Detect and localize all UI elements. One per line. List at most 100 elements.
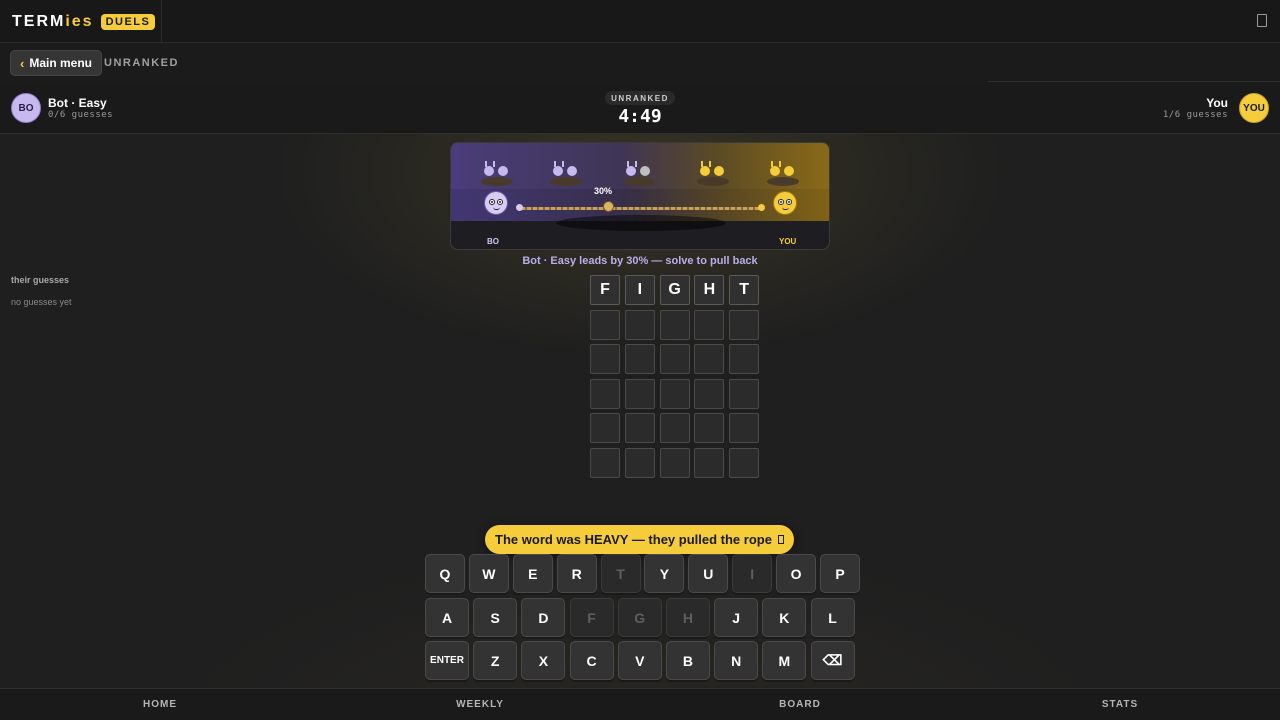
grid-cell: [590, 344, 620, 375]
key-a[interactable]: A: [425, 598, 469, 637]
scene-you-label: YOU: [779, 237, 797, 246]
divider: [988, 81, 1280, 82]
key-e[interactable]: E: [512, 554, 553, 593]
grid-cell: [659, 309, 690, 340]
chevron-left-icon: ‹: [20, 55, 25, 71]
key-d[interactable]: D: [521, 598, 566, 637]
bot-name: Bot · Easy: [48, 96, 107, 110]
rope-icon: [777, 535, 784, 544]
main-menu-label: Main menu: [29, 56, 93, 70]
sub-bar: ‹ Main menu UNRANKED: [0, 43, 1280, 83]
toast-text: The word was HEAVY — they pulled the rop…: [495, 532, 772, 547]
nav-weekly[interactable]: WEEKLY: [320, 689, 640, 720]
grid-cell: [694, 309, 725, 340]
grid-cell: [624, 344, 655, 375]
rope-percent: 30%: [594, 186, 613, 196]
key-s[interactable]: S: [473, 598, 518, 637]
grid-cell: [590, 378, 620, 409]
key-u[interactable]: U: [688, 554, 729, 593]
nav-stats[interactable]: STATS: [960, 689, 1280, 720]
grid-cell: [624, 378, 655, 409]
bot-character: [484, 191, 508, 215]
bot-hand: [516, 204, 523, 211]
key-p[interactable]: P: [820, 554, 861, 593]
brand-badge: DUELS: [100, 13, 156, 30]
key-j[interactable]: J: [714, 598, 759, 637]
you-guess-count: 1/6 guesses: [1162, 110, 1228, 120]
grid-cell: F: [590, 275, 620, 305]
grid-cell: [659, 378, 690, 409]
key-m[interactable]: M: [762, 641, 807, 680]
nav-board[interactable]: BOARD: [640, 689, 960, 720]
keyboard-row-3: ENTER Z X C V B N M ⌫: [425, 641, 855, 680]
top-bar: TERMies DUELS: [0, 0, 1280, 43]
grid-cell: [729, 309, 760, 340]
key-k[interactable]: K: [762, 598, 807, 637]
result-toast: The word was HEAVY — they pulled the rop…: [485, 525, 794, 554]
grid-cell: T: [729, 275, 760, 305]
crowd-you-1: [695, 161, 731, 189]
key-q[interactable]: Q: [425, 554, 465, 593]
players-bar: BO Bot · Easy 0/6 guesses UNRANKED 4:49 …: [0, 83, 1280, 134]
grid-cell: [729, 378, 760, 409]
key-r[interactable]: R: [556, 554, 597, 593]
brand-logo[interactable]: TERMies DUELS: [0, 0, 162, 43]
keyboard-row-1: QWERTYUIOP: [425, 554, 861, 593]
key-t[interactable]: T: [600, 554, 641, 593]
key-y[interactable]: Y: [644, 554, 685, 593]
scene-shadow: [556, 215, 726, 231]
key-z[interactable]: Z: [473, 641, 518, 680]
you-name: You: [1206, 96, 1228, 110]
grid-cell: [729, 413, 760, 444]
their-guesses-empty: no guesses yet: [11, 297, 72, 307]
grid-cell: [659, 413, 690, 444]
brand-wordmark: TERMies: [12, 12, 94, 30]
key-h[interactable]: H: [665, 598, 710, 637]
key-b[interactable]: B: [665, 641, 710, 680]
grid-cell: I: [624, 275, 655, 305]
match-mode-badge: UNRANKED: [605, 91, 675, 105]
keyboard-row-2: ASDFGHJKL: [425, 598, 855, 637]
crowd-bot-2: [548, 161, 584, 189]
match-timer: 4:49: [618, 106, 662, 127]
crowd-bot-1: [479, 161, 515, 189]
grid-cell: G: [659, 275, 690, 305]
grid-cell: [694, 413, 725, 444]
grid-cell: [590, 413, 620, 444]
you-avatar: YOU: [1239, 93, 1269, 123]
key-n[interactable]: N: [714, 641, 759, 680]
you-hand: [758, 204, 765, 211]
book-icon[interactable]: [1257, 14, 1267, 27]
key-v[interactable]: V: [617, 641, 662, 680]
status-message: Bot · Easy leads by 30% — solve to pull …: [522, 255, 758, 267]
main-menu-button[interactable]: ‹ Main menu: [10, 50, 103, 76]
backspace-key[interactable]: ⌫: [810, 641, 855, 680]
grid-cell: [590, 447, 620, 478]
grid-cell: [624, 309, 655, 340]
their-guesses-title: their guesses: [11, 275, 70, 285]
key-g[interactable]: G: [617, 598, 662, 637]
grid-cell: [659, 344, 690, 375]
key-l[interactable]: L: [810, 598, 855, 637]
grid-cell: [694, 344, 725, 375]
rope: [521, 207, 761, 210]
key-o[interactable]: O: [776, 554, 817, 593]
enter-key[interactable]: ENTER: [425, 641, 469, 680]
mode-label: UNRANKED: [104, 57, 179, 69]
grid-cell: [729, 344, 760, 375]
bot-avatar: BO: [11, 93, 41, 123]
key-f[interactable]: F: [569, 598, 614, 637]
crowd-you-2: [765, 161, 801, 189]
grid-cell: [694, 378, 725, 409]
key-i[interactable]: I: [732, 554, 773, 593]
crowd-mid: [621, 161, 657, 189]
key-w[interactable]: W: [468, 554, 509, 593]
key-x[interactable]: X: [521, 641, 566, 680]
bottom-nav: HOME WEEKLY BOARD STATS: [0, 688, 1280, 720]
nav-home[interactable]: HOME: [0, 689, 320, 720]
key-c[interactable]: C: [569, 641, 614, 680]
you-character: [773, 191, 797, 215]
scene-bot-label: BO: [487, 237, 499, 246]
guess-grid: FIGHT: [590, 275, 760, 478]
bot-guess-count: 0/6 guesses: [48, 110, 114, 120]
